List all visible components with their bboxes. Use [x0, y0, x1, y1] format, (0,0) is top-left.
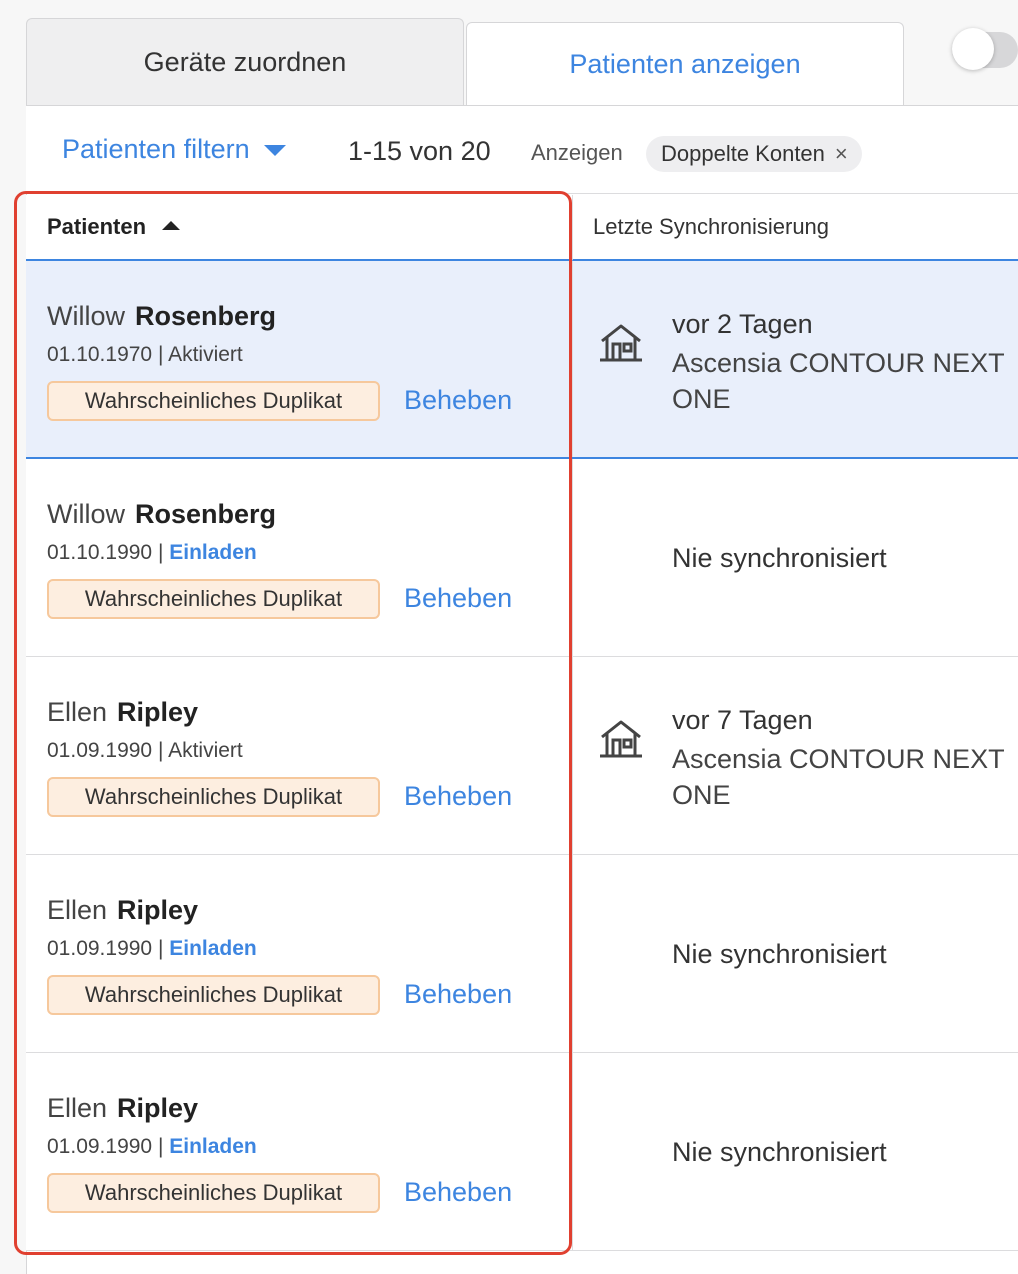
patient-meta: 01.10.1990 | Einladen: [47, 541, 257, 565]
toggle-switch[interactable]: [952, 28, 1018, 70]
column-header-last-sync-label: Letzte Synchronisierung: [593, 214, 830, 239]
device-name: Ascensia CONTOUR NEXT ONE: [672, 744, 1005, 810]
never-synced-text: Nie synchronisiert: [672, 543, 887, 573]
table-row[interactable]: Willow Rosenberg 01.10.1990 | Einladen Wa…: [26, 459, 1018, 657]
column-divider: [572, 261, 573, 457]
caret-up-icon: [162, 221, 181, 230]
patient-name: Willow Rosenberg: [47, 499, 276, 530]
home-icon: [600, 720, 642, 758]
last-name: Ripley: [117, 697, 199, 727]
sync-time: vor 7 Tagen: [672, 705, 813, 735]
fix-link[interactable]: Beheben: [404, 1177, 512, 1208]
invite-link[interactable]: Einladen: [169, 1135, 257, 1158]
last-name: Rosenberg: [135, 301, 277, 331]
column-divider: [572, 657, 573, 854]
filter-chip-label: Doppelte Konten: [661, 141, 825, 166]
last-name: Rosenberg: [135, 499, 277, 529]
first-name: Willow: [47, 301, 125, 331]
separator: |: [152, 541, 170, 564]
filter-patients-button[interactable]: Patienten filtern: [62, 134, 286, 165]
duplicate-badge: Wahrscheinliches Duplikat: [47, 1173, 380, 1213]
filter-chip-duplicates: Doppelte Konten ×: [646, 136, 862, 172]
first-name: Ellen: [47, 1093, 108, 1123]
last-name: Ripley: [117, 895, 199, 925]
column-divider: [572, 459, 573, 656]
patient-meta: 01.10.1970 | Aktiviert: [47, 343, 243, 367]
separator: |: [152, 343, 169, 366]
tab-show-patients[interactable]: Patienten anzeigen: [466, 22, 904, 106]
column-header-patients[interactable]: Patienten: [26, 195, 572, 261]
patient-meta: 01.09.1990 | Einladen: [47, 1135, 257, 1159]
date-of-birth: 01.09.1990: [47, 1135, 153, 1158]
table-row[interactable]: Ellen Ripley 01.09.1990 | Einladen Wahrsc…: [26, 855, 1018, 1053]
filter-patients-label: Patienten filtern: [62, 134, 250, 164]
first-name: Ellen: [47, 895, 108, 925]
column-header-last-sync[interactable]: Letzte Synchronisierung: [572, 195, 1018, 261]
tab-bar: Geräte zuordnen Patienten anzeigen: [0, 0, 1018, 106]
never-synced-text: Nie synchronisiert: [672, 1137, 887, 1167]
column-header-patients-label: Patienten: [47, 214, 147, 239]
date-of-birth: 01.10.1970: [47, 343, 153, 366]
invite-link[interactable]: Einladen: [169, 937, 257, 960]
patient-name: Willow Rosenberg: [47, 301, 276, 332]
fix-link[interactable]: Beheben: [404, 781, 512, 812]
status-text: Aktiviert: [168, 343, 243, 366]
patient-meta: 01.09.1990 | Aktiviert: [47, 739, 243, 763]
last-name: Ripley: [117, 1093, 199, 1123]
device-name: Ascensia CONTOUR NEXT ONE: [672, 348, 1005, 414]
show-label: Anzeigen: [531, 140, 623, 165]
patient-name: Ellen Ripley: [47, 1093, 198, 1124]
home-icon: [600, 324, 642, 362]
separator: |: [152, 937, 170, 960]
duplicate-badge: Wahrscheinliches Duplikat: [47, 579, 380, 619]
tab-assign-devices[interactable]: Geräte zuordnen: [26, 18, 464, 106]
separator: |: [152, 1135, 170, 1158]
duplicate-badge: Wahrscheinliches Duplikat: [47, 975, 380, 1015]
patient-name: Ellen Ripley: [47, 697, 198, 728]
column-divider: [572, 855, 573, 1052]
filter-bar: Patienten filtern 1-15 von 20 Anzeigen D…: [26, 106, 1018, 194]
patient-name: Ellen Ripley: [47, 895, 198, 926]
close-icon[interactable]: ×: [835, 141, 848, 167]
fix-link[interactable]: Beheben: [404, 583, 512, 614]
first-name: Willow: [47, 499, 125, 529]
date-of-birth: 01.09.1990: [47, 937, 153, 960]
table-row[interactable]: Ellen Ripley 01.09.1990 | Aktiviert Wahrs…: [26, 657, 1018, 855]
pagination-count: 1-15 von 20: [348, 136, 491, 166]
table-row[interactable]: Willow Rosenberg 01.10.1970 | Aktiviert W…: [26, 261, 1018, 459]
toggle-knob: [952, 28, 994, 70]
first-name: Ellen: [47, 697, 108, 727]
duplicate-badge: Wahrscheinliches Duplikat: [47, 381, 380, 421]
invite-link[interactable]: Einladen: [169, 541, 257, 564]
sync-time: vor 2 Tagen: [672, 309, 813, 339]
fix-link[interactable]: Beheben: [404, 385, 512, 416]
duplicate-badge: Wahrscheinliches Duplikat: [47, 777, 380, 817]
caret-down-icon: [263, 145, 286, 156]
status-text: Aktiviert: [168, 739, 243, 762]
patient-meta: 01.09.1990 | Einladen: [47, 937, 257, 961]
separator: |: [152, 739, 169, 762]
date-of-birth: 01.09.1990: [47, 739, 153, 762]
table-row[interactable]: Ellen Ripley 01.09.1990 | Einladen Wahrsc…: [26, 1053, 1018, 1251]
date-of-birth: 01.10.1990: [47, 541, 153, 564]
never-synced-text: Nie synchronisiert: [672, 939, 887, 969]
fix-link[interactable]: Beheben: [404, 979, 512, 1010]
column-divider: [572, 1053, 573, 1250]
